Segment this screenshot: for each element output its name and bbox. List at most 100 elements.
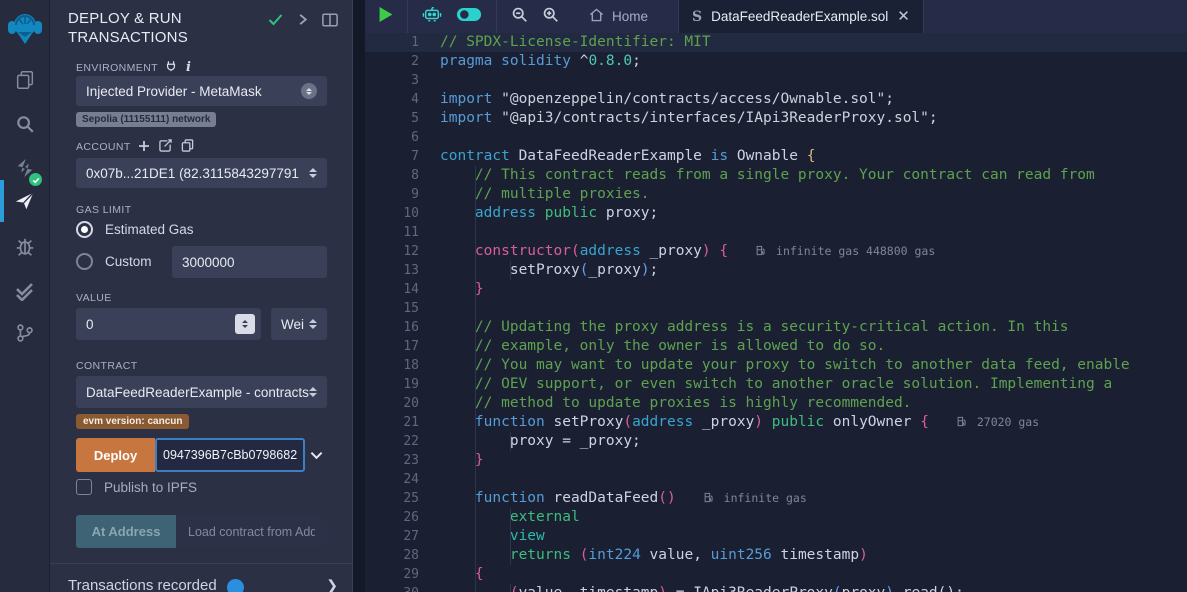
remix-logo-icon[interactable] xyxy=(0,6,50,50)
line-number: 3 xyxy=(365,71,419,90)
copy-account-icon[interactable] xyxy=(181,139,194,155)
code-line: 9 // multiple proxies. xyxy=(365,185,1187,204)
environment-caret-icon xyxy=(301,83,317,99)
account-label: ACCOUNT xyxy=(76,141,131,153)
tab-home[interactable]: Home xyxy=(573,8,664,25)
value-label: VALUE xyxy=(76,292,112,304)
at-address-button[interactable]: At Address xyxy=(76,515,176,548)
estimated-gas-radio[interactable] xyxy=(76,221,93,238)
panel-divider xyxy=(50,563,352,564)
plug-icon[interactable] xyxy=(165,60,177,75)
line-number: 18 xyxy=(365,356,419,375)
home-icon xyxy=(589,8,604,25)
code-line: 17 // example, only the owner is allowed… xyxy=(365,337,1187,356)
estimated-gas-option[interactable]: Estimated Gas xyxy=(76,221,194,238)
code-area[interactable]: 1// SPDX-License-Identifier: MIT2pragma … xyxy=(365,33,1187,592)
gas-limit-label: GAS LIMIT xyxy=(76,204,132,216)
sign-message-icon[interactable] xyxy=(159,139,172,155)
account-select[interactable]: 0x07b...21DE1 (82.3115843297791 xyxy=(76,158,327,188)
network-badge: Sepolia (11155111) network xyxy=(76,112,216,127)
line-number: 26 xyxy=(365,508,419,527)
code-line: 7contract DataFeedReaderExample is Ownab… xyxy=(365,147,1187,166)
search-icon[interactable] xyxy=(0,106,50,142)
deploy-run-panel: DEPLOY & RUN TRANSACTIONS ENVIRONMENT xyxy=(50,0,353,592)
line-number: 28 xyxy=(365,546,419,565)
publish-ipfs-checkbox[interactable] xyxy=(76,479,92,495)
contract-value: DataFeedReaderExample - contracts xyxy=(86,385,309,400)
debugger-icon[interactable] xyxy=(0,229,50,265)
deploy-button[interactable]: Deploy xyxy=(76,438,155,472)
environment-label: ENVIRONMENT xyxy=(76,62,158,74)
tab-close-icon[interactable]: ✕ xyxy=(897,9,910,24)
value-unit-select[interactable]: Wei xyxy=(271,308,327,340)
code-line: 18 // You may want to update your proxy … xyxy=(365,356,1187,375)
line-number: 27 xyxy=(365,527,419,546)
line-number: 25 xyxy=(365,489,419,508)
panel-check-icon xyxy=(268,13,284,31)
line-number: 5 xyxy=(365,109,419,128)
custom-gas-input[interactable] xyxy=(172,246,353,278)
file-explorer-icon[interactable] xyxy=(0,62,50,98)
code-line: 2pragma solidity ^0.8.0; xyxy=(365,52,1187,71)
code-line: 8 // This contract reads from a single p… xyxy=(365,166,1187,185)
code-line: 30 (value, timestamp) = IApi3ReaderProxy… xyxy=(365,584,1187,592)
code-line: 22 proxy = _proxy; xyxy=(365,432,1187,451)
transactions-recorded-row[interactable]: Transactions recorded ❯ xyxy=(68,577,338,592)
line-number: 9 xyxy=(365,185,419,204)
line-number: 15 xyxy=(365,299,419,318)
zoom-out-icon[interactable] xyxy=(511,6,528,28)
account-value: 0x07b...21DE1 (82.3115843297791 xyxy=(86,166,299,181)
panel-layout-icon[interactable] xyxy=(322,13,338,32)
zoom-in-icon[interactable] xyxy=(542,6,559,28)
run-script-icon[interactable] xyxy=(379,7,393,27)
transactions-recorded-label: Transactions recorded xyxy=(68,577,217,592)
code-line: 1// SPDX-License-Identifier: MIT xyxy=(365,33,1187,52)
publish-ipfs-option[interactable]: Publish to IPFS xyxy=(76,479,197,495)
line-number: 12 xyxy=(365,242,419,261)
code-line: 11 xyxy=(365,223,1187,242)
activity-bar xyxy=(0,0,50,592)
custom-gas-radio[interactable] xyxy=(76,253,93,270)
deploy-run-icon[interactable] xyxy=(0,183,50,219)
line-number: 20 xyxy=(365,394,419,413)
line-number: 16 xyxy=(365,318,419,337)
deploy-expand-chevron-icon[interactable] xyxy=(305,438,327,472)
deploy-args-input[interactable] xyxy=(155,438,305,472)
custom-gas-option[interactable]: Custom xyxy=(76,253,152,270)
copilot-robot-icon[interactable] xyxy=(422,5,442,28)
code-line: 26 external xyxy=(365,508,1187,527)
transactions-expand-icon[interactable]: ❯ xyxy=(326,577,338,592)
line-number: 19 xyxy=(365,375,419,394)
gas-estimate-annotation: 27020 gas xyxy=(957,415,1039,429)
solidity-compiler-icon[interactable] xyxy=(0,148,50,188)
tab-datafeedreaderexample[interactable]: S DataFeedReaderExample.sol ✕ xyxy=(678,0,924,33)
line-number: 23 xyxy=(365,451,419,470)
code-line: 12 constructor(address _proxy) { infinit… xyxy=(365,242,1187,261)
at-address-input[interactable] xyxy=(176,515,327,548)
panel-resize-handle[interactable] xyxy=(354,0,365,592)
copilot-toggle[interactable] xyxy=(456,7,482,27)
line-number: 8 xyxy=(365,166,419,185)
contract-select[interactable]: DataFeedReaderExample - contracts xyxy=(76,376,327,408)
code-line: 23 } xyxy=(365,451,1187,470)
value-input[interactable] xyxy=(76,308,235,340)
value-stepper[interactable] xyxy=(235,314,255,334)
transactions-count-badge xyxy=(227,579,244,592)
unit-testing-icon[interactable] xyxy=(0,271,50,307)
editor-toolbar: Home S DataFeedReaderExample.sol ✕ xyxy=(365,0,1187,33)
environment-value: Injected Provider - MetaMask xyxy=(86,84,262,99)
line-number: 22 xyxy=(365,432,419,451)
line-number: 1 xyxy=(365,33,419,52)
line-number: 24 xyxy=(365,470,419,489)
code-line: 24 xyxy=(365,470,1187,489)
gas-estimate-annotation: infinite gas xyxy=(704,491,807,505)
info-icon[interactable]: i xyxy=(186,60,191,75)
code-line: 13 setProxy(_proxy); xyxy=(365,261,1187,280)
line-number: 13 xyxy=(365,261,419,280)
line-number: 6 xyxy=(365,128,419,147)
environment-select[interactable]: Injected Provider - MetaMask xyxy=(76,76,327,106)
value-unit: Wei xyxy=(281,317,304,332)
add-account-icon[interactable] xyxy=(138,140,150,155)
git-icon[interactable] xyxy=(0,315,50,351)
panel-pin-chevron-icon[interactable] xyxy=(298,13,308,31)
